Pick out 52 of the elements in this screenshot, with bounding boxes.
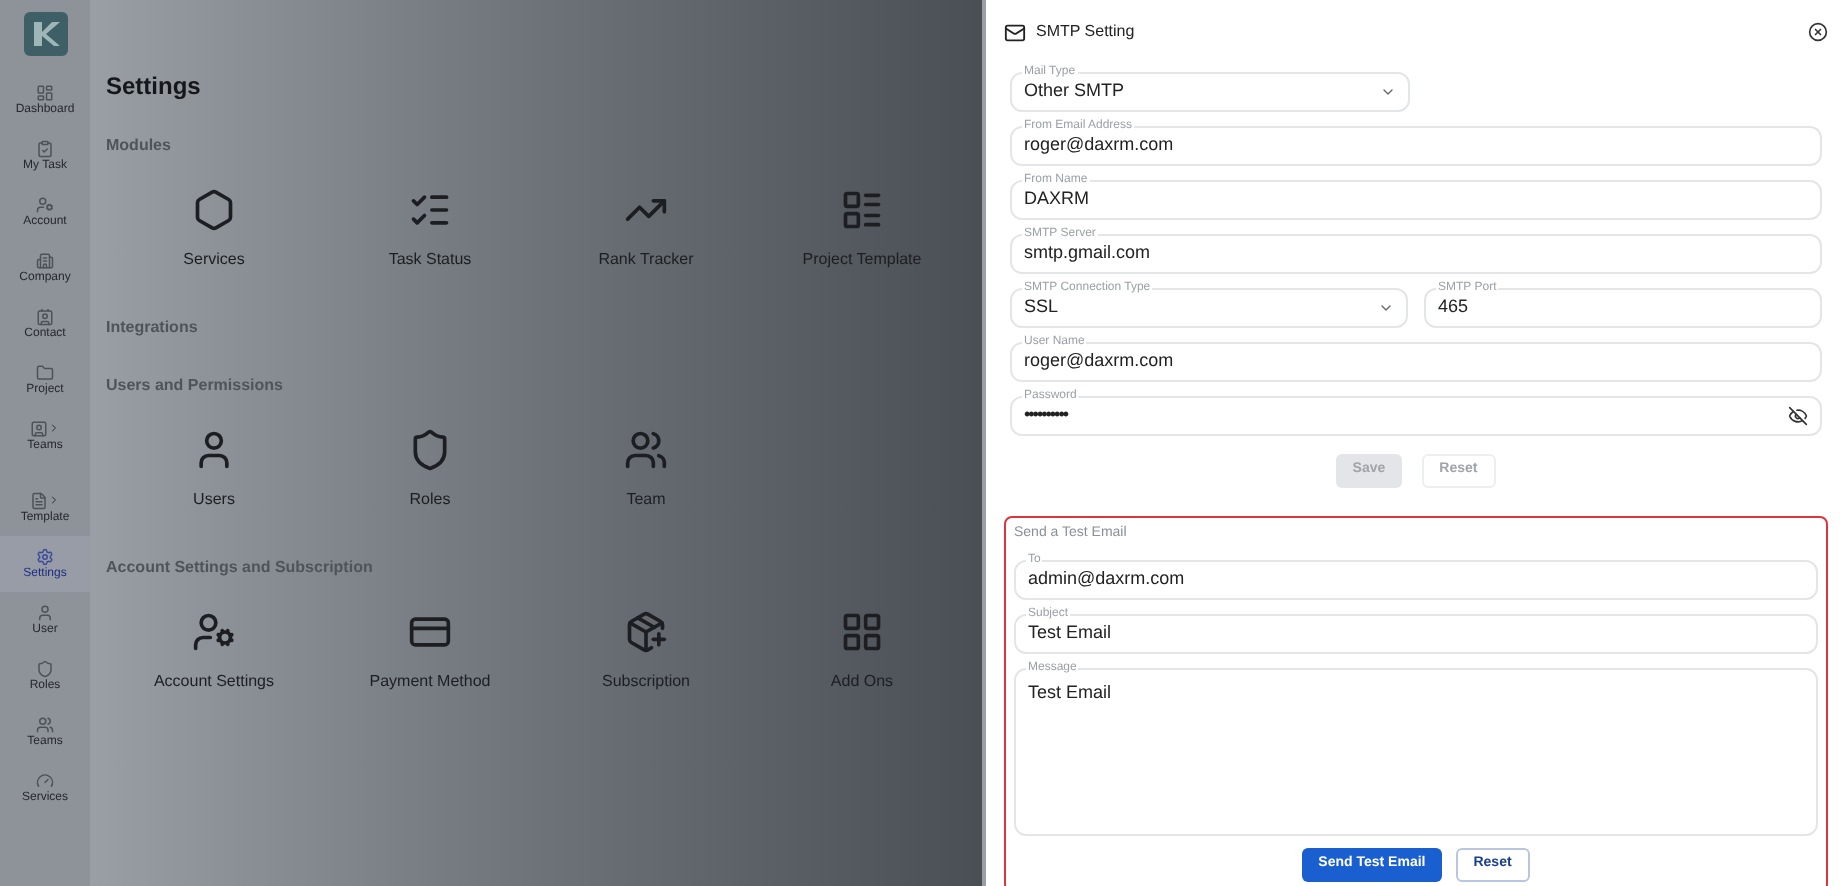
field-value: Test Email: [1028, 619, 1114, 646]
tile-icon: [624, 610, 668, 654]
settings-tile[interactable]: Payment Method: [322, 610, 538, 694]
field-value: Test Email: [1028, 679, 1114, 705]
nav-icon: [36, 715, 54, 733]
field-value: roger@daxrm.com: [1024, 348, 1176, 375]
mail-icon: [1004, 21, 1026, 43]
nav-icon: [36, 547, 54, 565]
tile-icon: [840, 188, 884, 232]
nav-icon: [36, 771, 54, 789]
settings-tile[interactable]: Users: [106, 428, 322, 512]
tile-icon: [192, 610, 236, 654]
tile-icon: [840, 610, 884, 654]
field-value: SSL: [1024, 294, 1061, 321]
nav-icon: [36, 83, 54, 101]
nav-icon: [36, 603, 54, 621]
logo-icon: [23, 12, 67, 56]
eye-off-icon[interactable]: [1788, 406, 1808, 426]
tile-icon: [624, 428, 668, 472]
nav-icon: [36, 139, 54, 157]
nav-icon: [36, 251, 54, 269]
settings-tile[interactable]: Account Settings: [106, 610, 322, 694]
nav-icon: [36, 195, 54, 213]
nav-icon: [36, 659, 54, 677]
settings-tile[interactable]: Subscription: [538, 610, 754, 694]
tile-icon: [408, 428, 452, 472]
section-title: Modules: [106, 134, 173, 158]
settings-tile[interactable]: Team: [538, 428, 754, 512]
section-title: Account Settings and Subscription: [106, 556, 375, 580]
settings-tile[interactable]: Roles: [322, 428, 538, 512]
nav-icon: [36, 363, 54, 381]
chevron-icon: [1378, 300, 1394, 316]
nav-icon: [30, 491, 48, 509]
chevron-icon: [1380, 84, 1396, 100]
page-title: Settings: [106, 70, 203, 104]
field-value: DAXRM: [1024, 186, 1092, 213]
settings-tile[interactable]: Services: [106, 188, 322, 272]
tile-icon: [192, 188, 236, 232]
field-value: roger@daxrm.com: [1024, 132, 1176, 159]
section-title: Users and Permissions: [106, 374, 285, 398]
field-value: Other SMTP: [1024, 78, 1127, 105]
field-value: smtp.gmail.com: [1024, 240, 1153, 267]
nav-icon: [30, 419, 48, 437]
panel-title: SMTP Setting: [1036, 20, 1137, 44]
field-value: admin@daxrm.com: [1028, 565, 1187, 592]
section-title: Integrations: [106, 316, 200, 340]
field-value: ••••••••••: [1024, 402, 1071, 429]
settings-tile[interactable]: Task Status: [322, 188, 538, 272]
nav-icon: [36, 307, 54, 325]
field-value: 465: [1438, 294, 1471, 321]
settings-tile[interactable]: Rank Tracker: [538, 188, 754, 272]
close-icon[interactable]: [1808, 22, 1828, 42]
